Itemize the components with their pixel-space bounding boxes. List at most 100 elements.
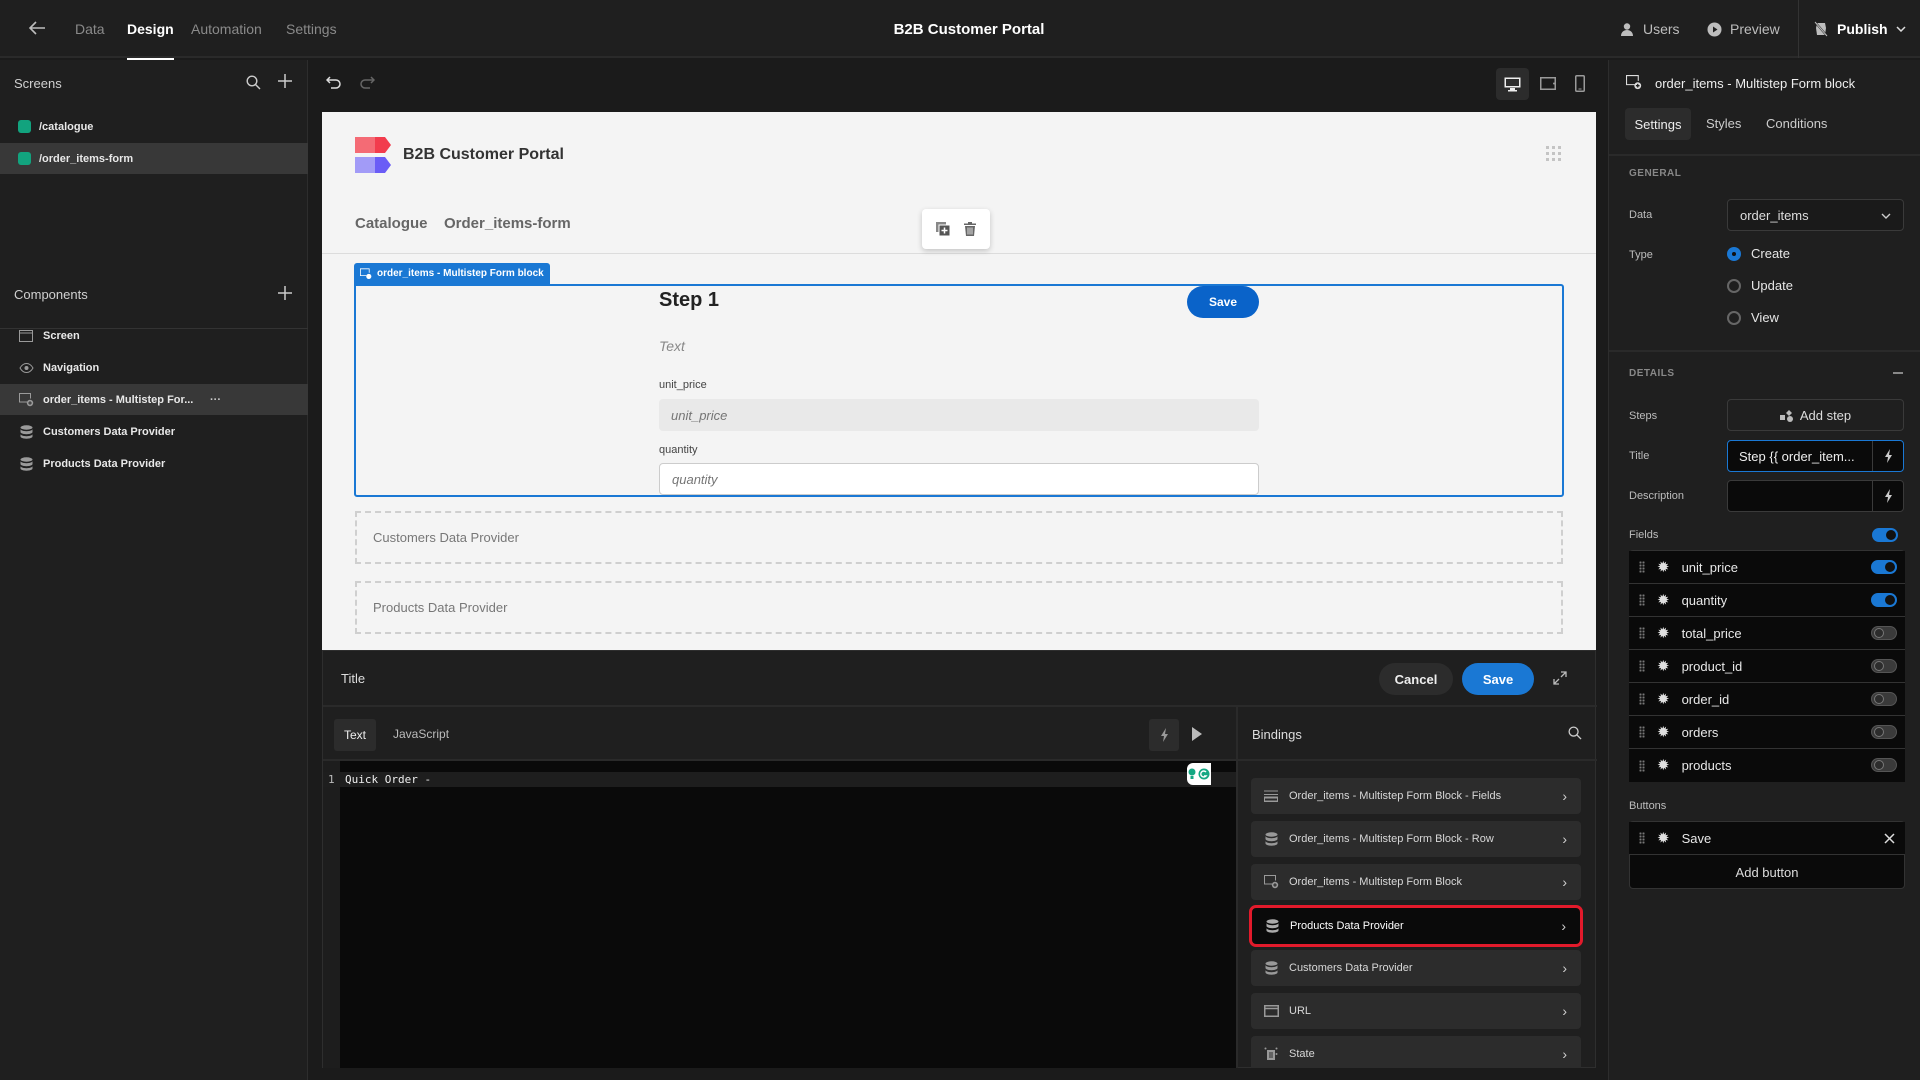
cancel-button[interactable]: Cancel: [1379, 663, 1453, 695]
screen-item-catalogue[interactable]: /catalogue: [0, 111, 308, 142]
drag-handle-icon[interactable]: [1639, 759, 1645, 772]
data-source-select[interactable]: order_items: [1727, 199, 1904, 231]
field-row-unit-price[interactable]: ✹ unit_price: [1629, 551, 1905, 584]
save-button[interactable]: Save: [1462, 663, 1534, 695]
field-toggle[interactable]: [1871, 659, 1897, 673]
description-input[interactable]: [1727, 480, 1904, 512]
quantity-input[interactable]: [659, 463, 1259, 495]
more-options-button[interactable]: ···: [210, 394, 221, 406]
field-row-orders[interactable]: ✹ orders: [1629, 716, 1905, 749]
add-screen-button[interactable]: [278, 74, 292, 88]
add-step-button[interactable]: Add step: [1727, 399, 1904, 431]
field-row-products[interactable]: ✹ products: [1629, 749, 1905, 782]
publish-button[interactable]: Publish: [1813, 0, 1906, 58]
code-editor[interactable]: 1 Quick Order -: [323, 761, 1236, 1068]
fields-master-toggle[interactable]: [1872, 528, 1898, 542]
field-toggle[interactable]: [1871, 725, 1897, 739]
search-screens-button[interactable]: [246, 75, 261, 90]
desktop-view-button[interactable]: [1496, 68, 1529, 100]
binding-item-customers-data-provider[interactable]: Customers Data Provider ›: [1251, 950, 1581, 986]
gear-icon[interactable]: ✹: [1657, 593, 1670, 608]
drag-handle-icon[interactable]: [1639, 561, 1645, 573]
field-toggle[interactable]: [1871, 692, 1897, 706]
component-item-customers-data-provider[interactable]: Customers Data Provider: [0, 416, 308, 447]
form-block-icon: [1263, 875, 1279, 889]
tab-conditions[interactable]: Conditions: [1766, 116, 1827, 131]
binding-item-state[interactable]: State ›: [1251, 1036, 1581, 1068]
undo-button[interactable]: [326, 76, 342, 90]
description-binding-button[interactable]: [1872, 481, 1903, 511]
component-item-products-data-provider[interactable]: Products Data Provider: [0, 448, 308, 479]
insert-binding-button[interactable]: [1149, 719, 1179, 751]
drag-handle-icon[interactable]: [1639, 726, 1645, 738]
tab-text-mode[interactable]: Text: [334, 719, 376, 751]
app-menu-button[interactable]: [1546, 146, 1562, 162]
gear-icon[interactable]: ✹: [1657, 560, 1670, 575]
close-icon[interactable]: [1884, 833, 1895, 844]
app-nav-order-items-form[interactable]: Order_items-form: [444, 215, 571, 232]
database-icon: [18, 456, 34, 471]
binding-item-label: Products Data Provider: [1290, 920, 1404, 932]
component-item-navigation[interactable]: Navigation: [0, 352, 308, 383]
tab-settings[interactable]: Settings: [1625, 108, 1691, 140]
run-button[interactable]: [1192, 727, 1202, 741]
chevron-right-icon: ›: [1562, 960, 1567, 976]
field-row-product-id[interactable]: ✹ product_id: [1629, 650, 1905, 683]
tablet-view-button[interactable]: [1540, 77, 1556, 90]
expand-button[interactable]: [1553, 671, 1567, 685]
description-label: Description: [1629, 490, 1685, 502]
delete-button[interactable]: [964, 222, 976, 236]
customers-data-provider-placeholder[interactable]: Customers Data Provider: [355, 511, 1563, 564]
drag-handle-icon[interactable]: [1639, 832, 1645, 844]
binding-item-row[interactable]: Order_items - Multistep Form Block - Row…: [1251, 821, 1581, 857]
field-toggle[interactable]: [1871, 560, 1897, 574]
toggle-knob: [1885, 595, 1895, 605]
mobile-view-button[interactable]: [1575, 75, 1585, 92]
gear-icon[interactable]: ✹: [1657, 758, 1670, 773]
redo-button[interactable]: [359, 76, 375, 90]
tab-styles[interactable]: Styles: [1706, 116, 1741, 131]
products-data-provider-placeholder[interactable]: Products Data Provider: [355, 581, 1563, 634]
title-binding-button[interactable]: [1872, 441, 1903, 471]
binding-item-products-data-provider[interactable]: Products Data Provider ›: [1249, 905, 1583, 947]
title-input[interactable]: Step {{ order_item...: [1727, 440, 1904, 472]
drag-handle-icon[interactable]: [1639, 594, 1645, 606]
binding-item-url[interactable]: URL ›: [1251, 993, 1581, 1029]
gear-icon[interactable]: ✹: [1657, 831, 1670, 846]
type-radio-view[interactable]: View: [1727, 310, 1779, 325]
grammarly-badge[interactable]: [1187, 763, 1211, 785]
app-nav-catalogue[interactable]: Catalogue: [355, 215, 428, 232]
search-bindings-button[interactable]: [1568, 726, 1582, 740]
gear-icon[interactable]: ✹: [1657, 692, 1670, 707]
gear-icon[interactable]: ✹: [1657, 659, 1670, 674]
add-button-button[interactable]: Add button: [1630, 856, 1904, 888]
unit-price-input[interactable]: [659, 399, 1259, 431]
field-row-total-price[interactable]: ✹ total_price: [1629, 617, 1905, 650]
preview-label: Preview: [1730, 21, 1780, 37]
component-item-form-block[interactable]: order_items - Multistep For... ···: [0, 384, 308, 415]
drag-handle-icon[interactable]: [1639, 693, 1645, 705]
field-toggle[interactable]: [1871, 626, 1897, 640]
type-radio-update[interactable]: Update: [1727, 278, 1793, 293]
binding-item-fields[interactable]: Order_items - Multistep Form Block - Fie…: [1251, 778, 1581, 814]
duplicate-button[interactable]: [936, 222, 950, 236]
drag-handle-icon[interactable]: [1639, 627, 1645, 639]
users-button[interactable]: Users: [1620, 0, 1680, 58]
field-toggle[interactable]: [1871, 758, 1897, 772]
preview-button[interactable]: Preview: [1707, 0, 1780, 58]
screen-item-order-items-form[interactable]: /order_items-form: [0, 143, 308, 174]
field-toggle[interactable]: [1871, 593, 1897, 607]
binding-item-form-block[interactable]: Order_items - Multistep Form Block ›: [1251, 864, 1581, 900]
button-row-save[interactable]: ✹ Save: [1629, 822, 1905, 855]
drag-handle-icon[interactable]: [1639, 660, 1645, 672]
add-component-button[interactable]: [278, 286, 292, 300]
gear-icon[interactable]: ✹: [1657, 626, 1670, 641]
field-row-quantity[interactable]: ✹ quantity: [1629, 584, 1905, 617]
gear-icon[interactable]: ✹: [1657, 725, 1670, 740]
collapse-details-button[interactable]: [1893, 372, 1903, 374]
tab-javascript-mode[interactable]: JavaScript: [393, 727, 449, 741]
type-radio-create[interactable]: Create: [1727, 246, 1790, 261]
component-item-screen[interactable]: Screen: [0, 320, 308, 351]
field-row-order-id[interactable]: ✹ order_id: [1629, 683, 1905, 716]
form-save-button[interactable]: Save: [1187, 286, 1259, 318]
